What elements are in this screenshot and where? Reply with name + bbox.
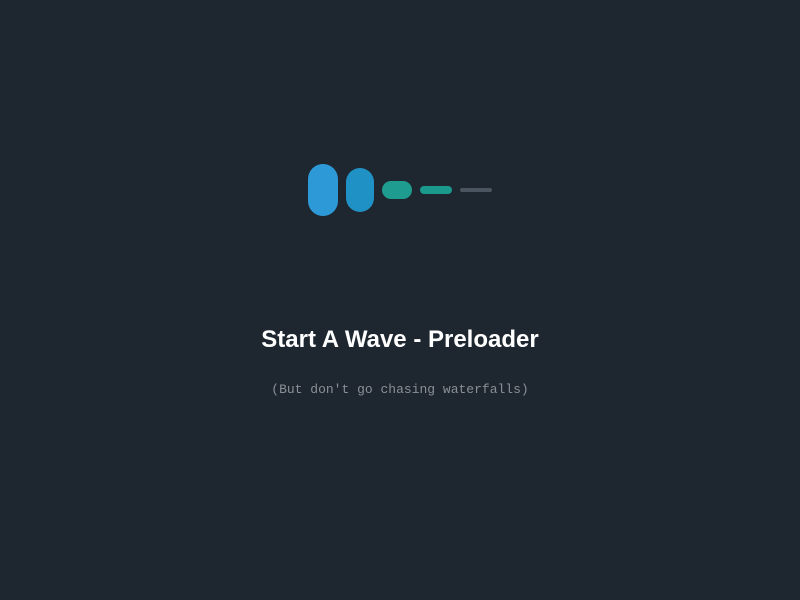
wave-dot-1 bbox=[308, 164, 338, 216]
wave-dot-2 bbox=[346, 168, 374, 212]
wave-dot-5 bbox=[460, 188, 492, 192]
wave-dot-4 bbox=[420, 186, 452, 194]
page-subtitle: (But don't go chasing waterfalls) bbox=[271, 382, 528, 397]
wave-preloader bbox=[308, 164, 492, 216]
page-title: Start A Wave - Preloader bbox=[261, 326, 538, 354]
wave-dot-3 bbox=[382, 181, 412, 199]
